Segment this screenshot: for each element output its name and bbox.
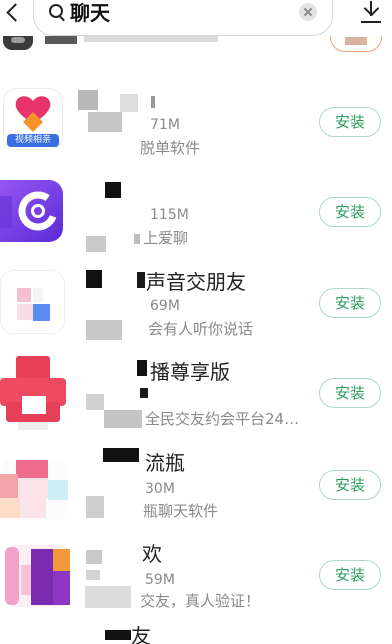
install-button[interactable]: 安装: [319, 197, 381, 227]
app-name: 流瓶: [145, 451, 185, 475]
obscured-block: [151, 96, 155, 108]
obscured-block: [86, 320, 122, 340]
obscured-block: [120, 94, 138, 112]
app-list-item[interactable]: 视频相亲 71M 脱单软件 安装: [0, 88, 392, 178]
clear-icon[interactable]: [299, 3, 317, 21]
app-list-item[interactable]: 欢 59M 交友，真人验证！ 安装: [0, 540, 392, 630]
obscured-block: [134, 234, 140, 244]
search-input[interactable]: 聊天: [33, 0, 333, 36]
obscured-block: [104, 410, 142, 428]
app-size: 71M: [150, 117, 180, 133]
app-size: 30M: [145, 481, 175, 497]
obscured-block: [140, 388, 148, 398]
app-description: 上爱聊: [143, 229, 189, 247]
back-arrow-icon[interactable]: [6, 3, 25, 22]
app-icon[interactable]: [0, 270, 65, 334]
obscured-block: [85, 586, 131, 608]
app-icon-label: 视频相亲: [14, 135, 51, 145]
search-header: 聊天: [0, 0, 392, 36]
obscured-block: [137, 272, 145, 288]
obscured-block: [105, 182, 121, 198]
obscured-block: [86, 270, 102, 288]
app-list-item[interactable]: 友: [0, 626, 392, 644]
app-list-item[interactable]: 声音交朋友 69M 会有人听你说话 安装: [0, 268, 392, 358]
app-description: 会有人听你说话: [148, 320, 254, 338]
app-list-item[interactable]: 流瓶 30M 瓶聊天软件 安装: [0, 448, 392, 538]
obscured-block: [78, 90, 98, 110]
app-description: 脱单软件: [140, 139, 201, 157]
app-name: 欢: [142, 542, 162, 566]
install-button[interactable]: 安装: [319, 560, 381, 590]
obscured-block: [86, 496, 104, 518]
obscured-block: [86, 550, 102, 564]
app-icon[interactable]: [0, 180, 63, 242]
obscured-block: [137, 360, 147, 376]
search-query-text: 聊天: [70, 1, 110, 25]
obscured-block: [86, 570, 100, 580]
app-list-item[interactable]: 播尊享版 全民交友约会平台24… 安装: [0, 356, 392, 446]
app-size: 59M: [145, 572, 175, 588]
install-button[interactable]: 安装: [319, 288, 381, 318]
obscured-block: [86, 236, 106, 252]
app-size: 115M: [150, 207, 189, 223]
obscured-block: [105, 630, 131, 640]
install-button[interactable]: 安装: [319, 107, 381, 137]
search-icon: [49, 4, 63, 18]
app-icon[interactable]: [0, 356, 66, 432]
app-name: 声音交朋友: [146, 270, 246, 294]
app-description: 瓶聊天软件: [143, 502, 219, 520]
app-size: 69M: [150, 298, 180, 314]
download-icon[interactable]: [360, 0, 382, 24]
app-list-item[interactable]: 115M 上爱聊 安装: [0, 178, 392, 268]
app-description: 交友，真人验证！: [140, 592, 261, 610]
app-description: 全民交友约会平台24…: [145, 410, 300, 428]
install-button[interactable]: 安装: [319, 378, 381, 408]
app-icon[interactable]: [5, 545, 70, 607]
install-button[interactable]: 安装: [319, 470, 381, 500]
app-name: 友: [131, 626, 151, 644]
app-icon[interactable]: [0, 460, 68, 520]
obscured-block: [86, 394, 104, 410]
obscured-block: [88, 112, 122, 132]
app-name: 播尊享版: [150, 360, 230, 384]
obscured-block: [345, 37, 367, 45]
obscured-block: [103, 448, 139, 462]
